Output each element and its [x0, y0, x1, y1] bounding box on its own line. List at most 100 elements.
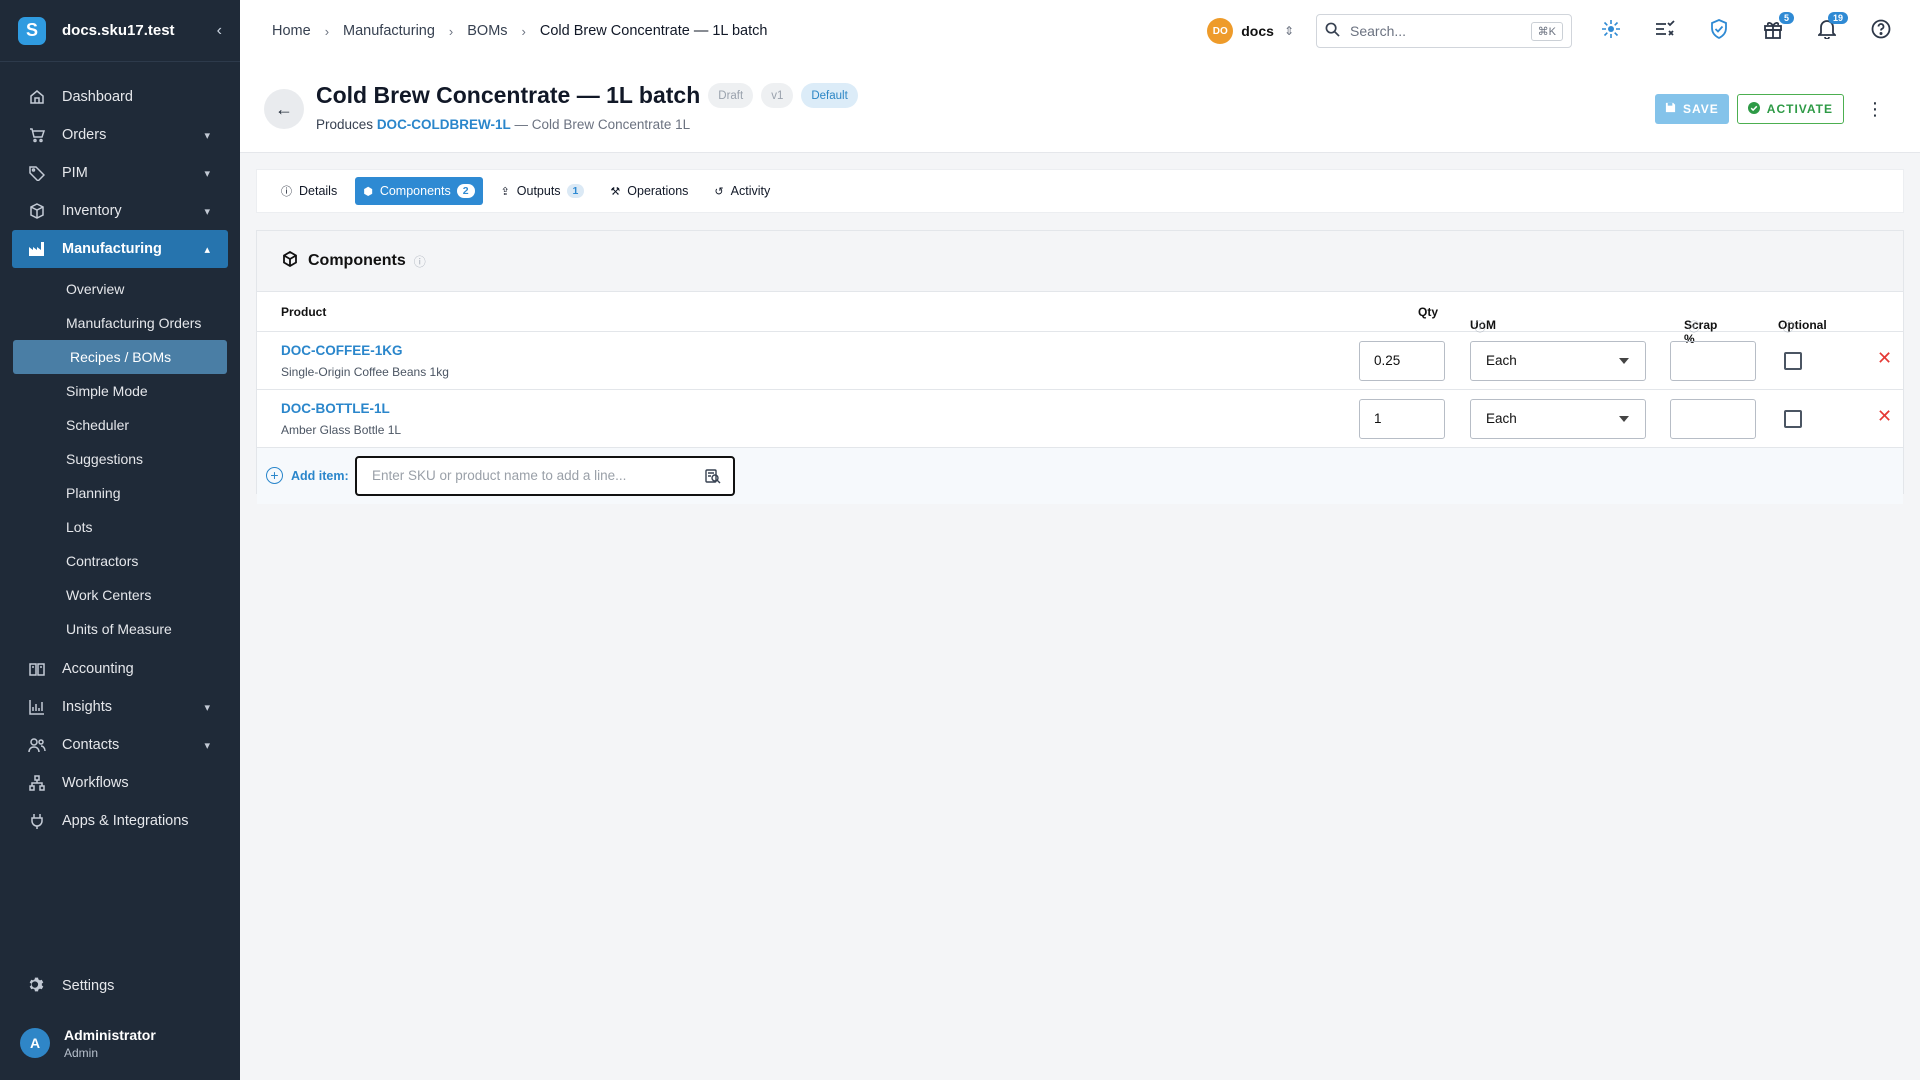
scrap-input[interactable]: [1670, 341, 1756, 381]
breadcrumb-manufacturing[interactable]: Manufacturing: [343, 23, 435, 39]
sidebar-subitem-contractors[interactable]: Contractors: [0, 544, 240, 578]
produces-label: Produces: [316, 117, 374, 132]
sidebar-subitem-recipes-boms[interactable]: Recipes / BOMs: [13, 340, 227, 374]
sidebar-subitem-planning[interactable]: Planning: [0, 476, 240, 510]
tab-label: Operations: [627, 184, 689, 198]
sidebar-item-label: PIM: [62, 165, 88, 181]
sidebar-item-orders[interactable]: Orders ▾: [0, 116, 240, 154]
floppy-icon: [1665, 102, 1676, 116]
sidebar-subitem-lots[interactable]: Lots: [0, 510, 240, 544]
sidebar-item-inventory[interactable]: Inventory ▾: [0, 192, 240, 230]
sidebar-item-manufacturing[interactable]: Manufacturing ▴: [12, 230, 228, 268]
info-icon: ⓘ: [281, 186, 292, 198]
page-header: ← Cold Brew Concentrate — 1L batch Draft…: [240, 62, 1920, 153]
sidebar-subitem-simple-mode[interactable]: Simple Mode: [0, 374, 240, 408]
sidebar-subitem-overview[interactable]: Overview: [0, 272, 240, 306]
save-button[interactable]: SAVE: [1654, 94, 1729, 124]
component-name: Single-Origin Coffee Beans 1kg: [281, 365, 449, 379]
chevron-right-icon: ›: [448, 23, 454, 39]
manufacturing-submenu: Overview Manufacturing Orders Recipes / …: [0, 268, 240, 650]
add-item-label: Add item:: [291, 469, 349, 483]
notifications-button[interactable]: 19: [1812, 12, 1848, 46]
topbar: Home › Manufacturing › BOMs › Cold Brew …: [240, 0, 1920, 62]
sidebar-item-label: Inventory: [62, 203, 122, 219]
settings-label: Settings: [62, 978, 115, 994]
unfold-icon: ⇕: [1283, 24, 1294, 38]
sidebar-item-accounting[interactable]: Accounting: [0, 650, 240, 688]
tab-outputs[interactable]: ⇪ Outputs 1: [493, 177, 593, 205]
produces-sku-link[interactable]: DOC-COLDBREW-1L: [377, 117, 511, 132]
component-sku-link[interactable]: DOC-BOTTLE-1L: [281, 401, 390, 416]
sidebar-subitem-scheduler[interactable]: Scheduler: [0, 408, 240, 442]
components-table-header: Product Qty UoM ⓘ Scrap % ⓘ Optional ⓘ: [257, 292, 1903, 346]
user-profile[interactable]: A Administrator Admin: [0, 1006, 240, 1080]
sidebar-subitem-manufacturing-orders[interactable]: Manufacturing Orders: [0, 306, 240, 340]
produces-line: Produces DOC-COLDBREW-1L — Cold Brew Con…: [316, 117, 690, 132]
tab-details[interactable]: ⓘ Details: [273, 177, 345, 205]
info-icon[interactable]: ⓘ: [414, 253, 426, 270]
activate-button[interactable]: ACTIVATE: [1736, 94, 1844, 124]
breadcrumb-boms[interactable]: BOMs: [467, 23, 507, 39]
delete-row-icon[interactable]: ✕: [1877, 348, 1892, 369]
sidebar-subitem-suggestions[interactable]: Suggestions: [0, 442, 240, 476]
tab-label: Components: [379, 184, 451, 198]
plug-icon: [28, 812, 46, 830]
sidebar-item-label: Accounting: [62, 661, 134, 677]
sidebar-item-workflows[interactable]: Workflows: [0, 764, 240, 802]
tab-count-badge: 1: [566, 184, 585, 198]
qty-input[interactable]: 0.25: [1359, 341, 1445, 381]
status-badge: Draft: [708, 83, 754, 108]
add-item-placeholder: Enter SKU or product name to add a line.…: [372, 468, 627, 483]
gifts-button[interactable]: 5: [1758, 12, 1794, 46]
collapse-sidebar-icon[interactable]: ‹: [217, 22, 222, 40]
sidebar-subitem-work-centers[interactable]: Work Centers: [0, 578, 240, 612]
box-icon: [28, 202, 46, 220]
add-circle-icon[interactable]: +: [266, 467, 283, 484]
qty-input[interactable]: 1: [1359, 399, 1445, 439]
tab-activity[interactable]: ↺ Activity: [706, 177, 778, 205]
back-button[interactable]: ←: [264, 89, 304, 129]
help-button[interactable]: [1866, 16, 1896, 46]
optional-checkbox[interactable]: [1784, 352, 1802, 370]
tab-operations[interactable]: ⚒ Operations: [602, 177, 696, 205]
product-search-icon[interactable]: [705, 468, 721, 487]
sidebar-item-settings[interactable]: Settings: [0, 966, 240, 1006]
shield-icon: [1710, 18, 1728, 44]
chevron-down-icon: ▾: [204, 167, 210, 180]
breadcrumb-home[interactable]: Home: [272, 23, 311, 39]
add-item-row: + Add item: Enter SKU or product name to…: [257, 448, 1903, 504]
sidebar-item-contacts[interactable]: Contacts ▾: [0, 726, 240, 764]
tools-icon: ⚒: [610, 185, 621, 198]
sidebar-subitem-units-of-measure[interactable]: Units of Measure: [0, 612, 240, 646]
optional-checkbox[interactable]: [1784, 410, 1802, 428]
sidebar-item-pim[interactable]: PIM ▾: [0, 154, 240, 192]
workspace-badge: DO: [1207, 18, 1234, 44]
cube-icon: ⬢: [363, 185, 373, 198]
add-item-input[interactable]: Enter SKU or product name to add a line.…: [355, 456, 735, 496]
tab-components[interactable]: ⬢ Components 2: [355, 177, 483, 205]
tasks-button[interactable]: [1650, 16, 1680, 46]
workspace-switcher[interactable]: DO docs ⇕: [1207, 18, 1294, 44]
sidebar-item-insights[interactable]: Insights ▾: [0, 688, 240, 726]
chevron-down-icon: ▾: [204, 205, 210, 218]
uom-value: Each: [1486, 411, 1517, 426]
uom-select[interactable]: Each: [1470, 399, 1646, 439]
factory-icon: [28, 240, 46, 258]
delete-row-icon[interactable]: ✕: [1877, 406, 1892, 427]
gift-count-badge: 5: [1778, 12, 1794, 24]
ledger-icon: [28, 660, 46, 678]
brand-name[interactable]: docs.sku17.test: [62, 22, 175, 39]
search-input[interactable]: Search... ⌘K: [1316, 14, 1572, 48]
ai-sparkle-button[interactable]: [1596, 16, 1626, 46]
sidebar-item-apps-integrations[interactable]: Apps & Integrations: [0, 802, 240, 840]
breadcrumb: Home › Manufacturing › BOMs › Cold Brew …: [272, 23, 767, 39]
sidebar-item-label: Dashboard: [62, 89, 133, 105]
uom-select[interactable]: Each: [1470, 341, 1646, 381]
sidebar-item-dashboard[interactable]: Dashboard: [0, 78, 240, 116]
brand-logo[interactable]: S: [18, 16, 46, 45]
more-options-icon[interactable]: ⋮: [1866, 99, 1884, 120]
tab-label: Outputs: [516, 184, 561, 198]
component-sku-link[interactable]: DOC-COFFEE-1KG: [281, 343, 403, 358]
security-button[interactable]: [1704, 16, 1734, 46]
scrap-input[interactable]: [1670, 399, 1756, 439]
